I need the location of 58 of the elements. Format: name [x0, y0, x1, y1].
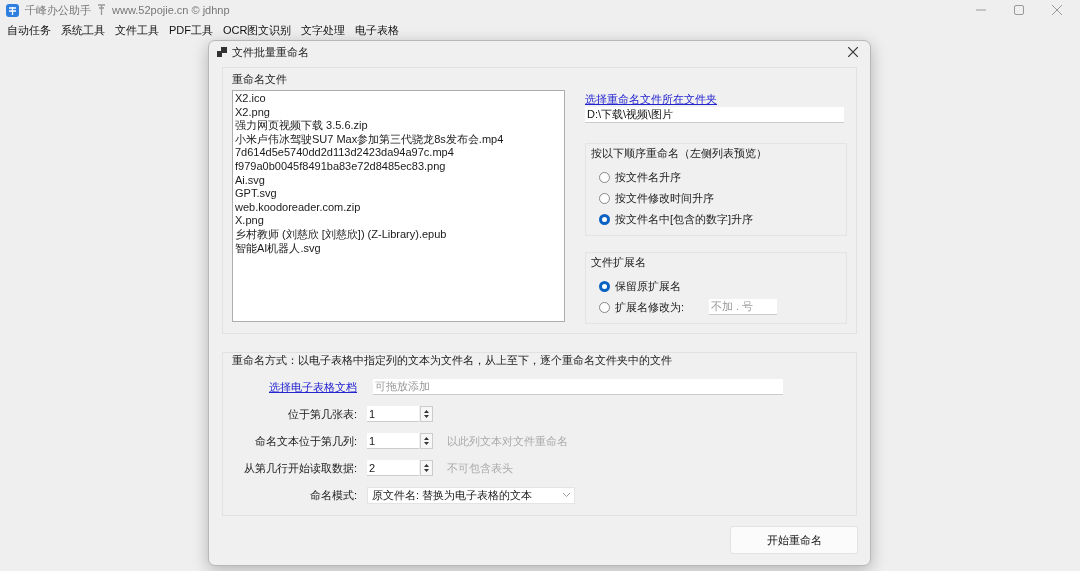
pin-icon: [97, 4, 106, 16]
app-subtitle: www.52pojie.cn © jdhnp: [112, 4, 230, 16]
menu-item[interactable]: 电子表格: [350, 22, 405, 38]
file-list-item[interactable]: GPT.svg: [235, 187, 562, 201]
file-list-item[interactable]: X.png: [235, 214, 562, 228]
spinner-arrows-icon[interactable]: [420, 406, 433, 422]
file-list-item[interactable]: X2.png: [235, 105, 562, 120]
group-label: 重命名方式：以电子表格中指定列的文本为文件名，从上至下，逐个重命名文件夹中的文件: [232, 353, 673, 368]
start-button[interactable]: 开始重命名: [730, 526, 858, 554]
radio-label: 按文件名中[包含的数字]升序: [615, 211, 754, 227]
radio-label: 扩展名修改为:: [615, 299, 685, 315]
menu-item[interactable]: 文件工具: [110, 22, 164, 38]
menu-item[interactable]: 系统工具: [56, 22, 110, 38]
group-label: 重命名文件: [232, 72, 288, 87]
radio-button[interactable]: [599, 192, 610, 204]
file-list-item[interactable]: web.koodoreader.com.zip: [235, 200, 562, 215]
field-label: 位于第几张表:: [286, 406, 357, 422]
file-list-item[interactable]: f979a0b0045f8491ba83e72d8485ec83.png: [235, 159, 562, 174]
file-list-item[interactable]: Ai.svg: [235, 173, 562, 188]
radio-button[interactable]: [599, 280, 610, 292]
hint-text: 以此列文本对文件重命名: [447, 433, 568, 449]
folder-link[interactable]: 选择重命名文件所在文件夹: [585, 91, 717, 107]
number-field[interactable]: 2: [367, 460, 419, 476]
window-icon: [217, 47, 227, 57]
radio-button[interactable]: [599, 301, 610, 313]
close-icon[interactable]: [848, 47, 858, 57]
file-list-item[interactable]: 7d614d5e5740dd2d113d2423da94a97c.mp4: [235, 146, 562, 160]
field-label: 从第几行开始读取数据:: [242, 460, 357, 476]
radio-button[interactable]: [599, 213, 610, 225]
number-field[interactable]: 1: [367, 406, 419, 422]
file-list-item[interactable]: 智能AI机器人.svg: [235, 241, 562, 256]
folder-path-field[interactable]: D:\下载\视频\图片: [585, 107, 844, 123]
spinner-arrows-icon[interactable]: [420, 433, 433, 449]
field-label: 命名模式:: [308, 487, 357, 503]
file-list-item[interactable]: 强力网页视频下载 3.5.6.zip: [235, 119, 562, 133]
field-label: 命名文本位于第几列:: [253, 433, 357, 449]
mode-dropdown[interactable]: 原文件名: 替换为电子表格的文本: [367, 486, 575, 504]
radio-label: 按文件名升序: [615, 169, 681, 185]
radio-label: 按文件修改时间升序: [615, 190, 714, 206]
app-title: 千峰办公助手: [25, 2, 91, 18]
app-logo-icon: [6, 3, 19, 17]
number-field[interactable]: 1: [367, 433, 419, 449]
hint-text: 不可包含表头: [447, 460, 513, 476]
file-list-item[interactable]: 小米卢伟冰驾驶SU7 Max参加第三代骁龙8s发布会.mp4: [235, 132, 562, 147]
menu-item[interactable]: 文字处理: [296, 22, 351, 38]
menu-item[interactable]: 自动任务: [2, 22, 56, 38]
menu-item[interactable]: OCR图文识别: [218, 22, 297, 38]
group-label: 文件扩展名: [591, 255, 647, 270]
dialog-title: 文件批量重命名: [232, 44, 309, 60]
spinner-arrows-icon[interactable]: [420, 460, 433, 476]
radio-label: 保留原扩展名: [615, 278, 681, 294]
chevron-down-icon: [563, 493, 570, 497]
file-list-item[interactable]: 乡村教师 (刘慈欣 [刘慈欣]) (Z-Library).epub: [235, 227, 562, 242]
spreadsheet-link[interactable]: 选择电子表格文档: [269, 379, 357, 395]
radio-button[interactable]: [599, 171, 610, 183]
file-list-item[interactable]: X2.ico: [235, 92, 562, 106]
group-label: 按以下顺序重命名（左侧列表预览）: [591, 146, 768, 161]
menu-item[interactable]: PDF工具: [164, 22, 218, 38]
